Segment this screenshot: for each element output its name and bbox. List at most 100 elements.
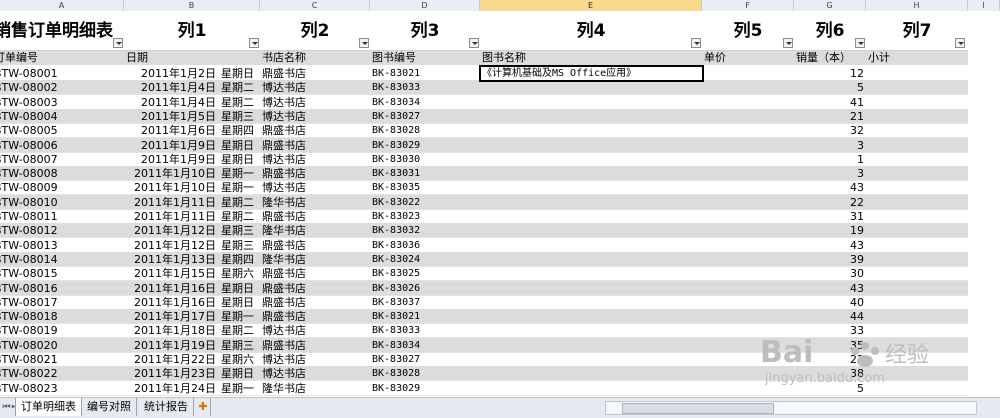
cell-qty[interactable]: 12 (796, 66, 864, 81)
tab-order-detail[interactable]: 订单明细表 (15, 398, 82, 416)
column-header-A[interactable]: A (0, 0, 124, 11)
cell-order-no[interactable]: BTW-08010 (0, 195, 122, 210)
horizontal-scroll-thumb[interactable] (622, 403, 774, 414)
cell-qty[interactable]: 3 (796, 138, 864, 153)
cell-date[interactable]: 2011年1月19日 (124, 338, 216, 353)
cell-book-name[interactable] (482, 95, 700, 110)
column-header-H[interactable]: H (866, 0, 968, 11)
cell-book-code[interactable]: BK-83021 (372, 309, 478, 324)
table-row[interactable]: BTW-08007 2011年1月9日 星期日 博达书店 BK-83030 1 (0, 152, 968, 167)
cell-book-code[interactable]: BK-83032 (372, 223, 478, 238)
cell-store[interactable]: 博达书店 (262, 152, 368, 167)
table-row[interactable]: BTW-08016 2011年1月16日 星期日 鼎盛书店 BK-83026 43 (0, 280, 968, 296)
cell-book-code[interactable]: BK-83034 (372, 95, 478, 110)
filter-dropdown-d[interactable] (469, 38, 479, 48)
cell-store[interactable]: 鼎盛书店 (262, 309, 368, 324)
cell-qty[interactable]: 19 (796, 223, 864, 238)
cell-date[interactable]: 2011年1月22日 (124, 352, 216, 367)
cell-store[interactable]: 鼎盛书店 (262, 209, 368, 224)
cell-book-name[interactable] (482, 309, 700, 324)
cell-store[interactable]: 博达书店 (262, 323, 368, 338)
cell-weekday[interactable]: 星期一 (221, 166, 261, 181)
cell-book-code[interactable]: BK-83028 (372, 123, 478, 138)
header-qty[interactable]: 销量（本） (796, 51, 864, 65)
cell-book-code[interactable]: BK-83033 (372, 80, 478, 95)
cell-order-no[interactable]: BTW-08007 (0, 152, 122, 167)
table-row[interactable]: BTW-08018 2011年1月17日 星期一 鼎盛书店 BK-83021 44 (0, 309, 968, 325)
cell-order-no[interactable]: BTW-08006 (0, 138, 122, 153)
cell-weekday[interactable]: 星期三 (221, 109, 261, 124)
cell-store[interactable]: 鼎盛书店 (262, 238, 368, 253)
cell-order-no[interactable]: BTW-08003 (0, 95, 122, 110)
filter-dropdown-a[interactable] (113, 38, 123, 48)
cell-book-name[interactable] (482, 366, 700, 381)
header-order-no[interactable]: 订单编号 (0, 51, 122, 65)
cell-book-code[interactable]: BK-83033 (372, 323, 478, 338)
cell-date[interactable]: 2011年1月15日 (124, 266, 216, 281)
cell-store[interactable]: 隆华书店 (262, 195, 368, 210)
cell-order-no[interactable]: BTW-08019 (0, 323, 122, 338)
header-book-name[interactable]: 图书名称 (482, 51, 700, 65)
horizontal-scrollbar[interactable] (605, 401, 977, 415)
table-row[interactable]: BTW-08008 2011年1月10日 星期一 鼎盛书店 BK-83031 3 (0, 166, 968, 182)
cell-date[interactable]: 2011年1月18日 (124, 323, 216, 338)
tab-code-lookup[interactable]: 编号对照 (82, 398, 137, 416)
cell-qty[interactable]: 39 (796, 252, 864, 267)
cell-book-name[interactable] (482, 123, 700, 138)
cell-order-no[interactable]: BTW-08023 (0, 381, 122, 396)
cell-order-no[interactable]: BTW-08020 (0, 338, 122, 353)
column-i-area[interactable] (968, 11, 1000, 397)
table-row[interactable]: BTW-08006 2011年1月9日 星期日 鼎盛书店 BK-83029 3 (0, 137, 968, 153)
cell-book-code[interactable]: BK-83035 (372, 180, 478, 195)
cell-weekday[interactable]: 星期日 (221, 66, 261, 81)
column-title-4[interactable]: 列4 (480, 17, 702, 45)
table-row[interactable]: BTW-08014 2011年1月13日 星期四 隆华书店 BK-83024 39 (0, 251, 968, 267)
cell-date[interactable]: 2011年1月16日 (124, 281, 216, 296)
cell-date[interactable]: 2011年1月11日 (124, 195, 216, 210)
cell-book-name[interactable] (482, 252, 700, 267)
cell-store[interactable]: 博达书店 (262, 352, 368, 367)
cell-date[interactable]: 2011年1月5日 (124, 109, 216, 124)
cell-book-code[interactable]: BK-83028 (372, 366, 478, 381)
column-header-D[interactable]: D (370, 0, 480, 11)
cell-date[interactable]: 2011年1月4日 (124, 80, 216, 95)
cell-book-name[interactable] (482, 381, 700, 396)
cell-store[interactable]: 隆华书店 (262, 252, 368, 267)
column-header-I[interactable]: I (968, 0, 1000, 11)
cell-qty[interactable]: 3 (796, 166, 864, 181)
cell-order-no[interactable]: BTW-08022 (0, 366, 122, 381)
cell-book-code[interactable]: BK-83023 (372, 209, 478, 224)
cell-date[interactable]: 2011年1月12日 (124, 223, 216, 238)
cell-order-no[interactable]: BTW-08004 (0, 109, 122, 124)
cell-book-name[interactable] (482, 238, 700, 253)
cell-store[interactable]: 隆华书店 (262, 223, 368, 238)
filter-dropdown-e[interactable] (691, 38, 701, 48)
column-header-F[interactable]: F (702, 0, 794, 11)
cell-order-no[interactable]: BTW-08012 (0, 223, 122, 238)
table-row[interactable]: BTW-08004 2011年1月5日 星期三 博达书店 BK-83027 21 (0, 108, 968, 124)
cell-date[interactable]: 2011年1月17日 (124, 309, 216, 324)
cell-weekday[interactable]: 星期六 (221, 352, 261, 367)
cell-store[interactable]: 鼎盛书店 (262, 281, 368, 296)
cell-store[interactable]: 鼎盛书店 (262, 166, 368, 181)
cell-book-name[interactable] (482, 281, 700, 296)
cell-book-code[interactable]: BK-83022 (372, 195, 478, 210)
column-title-3[interactable]: 列3 (370, 17, 480, 45)
table-row[interactable]: BTW-08009 2011年1月10日 星期一 博达书店 BK-83035 43 (0, 180, 968, 196)
cell-book-name[interactable] (482, 180, 700, 195)
cell-book-code[interactable]: BK-83029 (372, 381, 478, 396)
table-row[interactable]: BTW-08002 2011年1月4日 星期二 博达书店 BK-83033 5 (0, 80, 968, 96)
table-row[interactable]: BTW-08011 2011年1月11日 星期二 鼎盛书店 BK-83023 31 (0, 209, 968, 224)
cell-book-code[interactable]: BK-83026 (372, 281, 478, 296)
filter-dropdown-b[interactable] (249, 38, 259, 48)
cell-date[interactable]: 2011年1月11日 (124, 209, 216, 224)
cell-weekday[interactable]: 星期四 (221, 123, 261, 138)
cell-book-code[interactable]: BK-83030 (372, 152, 478, 167)
table-row[interactable]: BTW-08015 2011年1月15日 星期六 鼎盛书店 BK-83025 30 (0, 266, 968, 282)
cell-book-code[interactable]: BK-83027 (372, 109, 478, 124)
cell-date[interactable]: 2011年1月10日 (124, 180, 216, 195)
cell-book-code[interactable]: BK-83029 (372, 138, 478, 153)
cell-date[interactable]: 2011年1月9日 (124, 138, 216, 153)
cell-store[interactable]: 鼎盛书店 (262, 66, 368, 81)
table-row[interactable]: BTW-08013 2011年1月12日 星期三 鼎盛书店 BK-83036 43 (0, 238, 968, 253)
